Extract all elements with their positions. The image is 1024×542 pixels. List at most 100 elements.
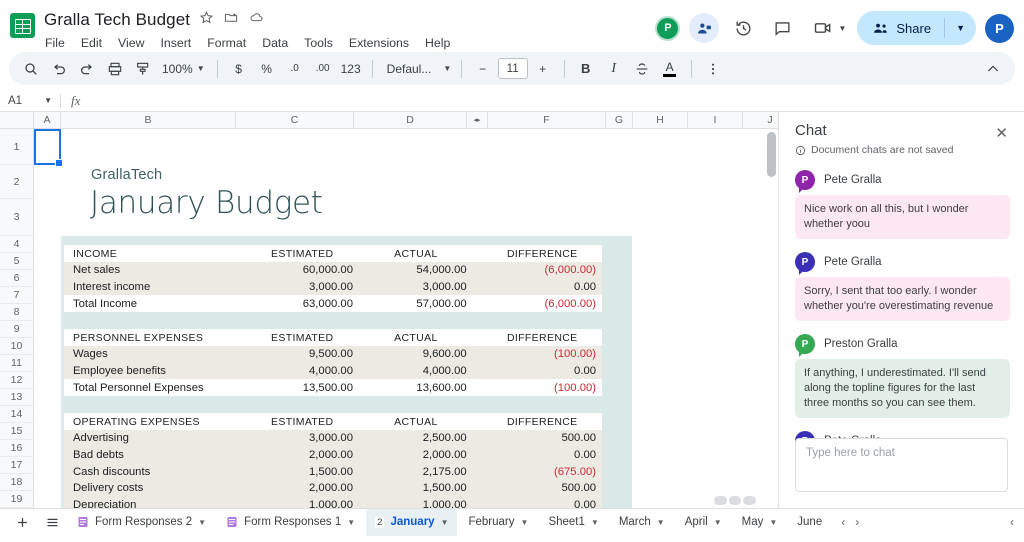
menu-format[interactable]: Format [206,35,247,51]
add-sheet-button[interactable] [8,510,36,534]
table-row[interactable]: Cash discounts 1,500.00 2,175.00 (675.00… [64,463,602,481]
share-button[interactable]: Share ▼ [857,11,976,45]
sheet-tab-january[interactable]: 2 January ▼ [366,508,458,536]
row-header-19[interactable]: 19 [0,491,33,508]
avatar[interactable]: P [795,334,815,354]
column-header-d[interactable]: D [354,112,467,128]
row-header-2[interactable]: 2 [0,165,33,199]
selected-cell-a1[interactable] [34,129,63,167]
table-row[interactable]: Advertising 3,000.00 2,500.00 500.00 [64,430,602,447]
row-header-11[interactable]: 11 [0,355,33,372]
row-header-3[interactable]: 3 [0,199,33,236]
collapse-toolbar-icon[interactable] [980,56,1006,82]
column-header-j[interactable]: J [743,112,778,128]
chevron-down-icon[interactable]: ▼ [44,96,52,105]
account-avatar[interactable]: P [985,13,1014,43]
decrease-font-size-button[interactable]: − [470,56,496,82]
table-row[interactable]: Depreciation 1,000.00 1,000.00 0.00 [64,496,602,508]
sheet-tab-form-responses-2[interactable]: Form Responses 2 ▼ [68,509,215,536]
column-header-h[interactable]: H [633,112,688,128]
row-header-1[interactable]: 1 [0,129,33,165]
page-title[interactable]: Gralla Tech Budget [44,10,190,30]
menu-file[interactable]: File [44,35,66,51]
column-header-b[interactable]: B [61,112,236,128]
font-family-select[interactable]: Defaul... ▼ [381,62,453,76]
table-row[interactable]: Interest income 3,000.00 3,000.00 0.00 [64,278,602,296]
explore-collapse-icon[interactable]: ‹ [1010,515,1014,529]
presence-meet-icon[interactable] [689,13,720,43]
row-header-4[interactable]: 4 [0,236,33,253]
comment-icon[interactable] [767,13,797,43]
table-row[interactable]: Employee benefits 4,000.00 4,000.00 0.00 [64,362,602,380]
chevron-down-icon[interactable]: ▼ [443,64,451,73]
sheet-tab-sheet1[interactable]: Sheet1 ▼ [539,509,607,536]
redo-icon[interactable] [74,56,100,82]
chevron-down-icon[interactable]: ▼ [521,518,529,527]
row-header-17[interactable]: 17 [0,457,33,474]
menu-view[interactable]: View [117,35,145,51]
format-currency-button[interactable]: $ [226,56,252,82]
spreadsheet-grid[interactable]: A B C D ◂▸ F G H I J 1 2 3 4 5 6 7 8 9 1… [0,112,779,508]
font-size-input[interactable]: 11 [497,58,528,79]
tab-scroll-right-icon[interactable]: › [855,515,859,529]
all-sheets-button[interactable] [38,510,66,534]
chevron-down-icon[interactable]: ▼ [197,64,205,73]
zoom-level-control[interactable]: 100% ▼ [158,62,209,76]
table-row[interactable]: Wages 9,500.00 9,600.00 (100.00) [64,346,602,363]
collaborator-avatar[interactable]: P [655,15,681,41]
text-color-button[interactable]: A [657,56,683,82]
strikethrough-button[interactable] [629,56,655,82]
share-chevron-down-icon[interactable]: ▼ [945,23,976,33]
avatar[interactable]: P [795,252,815,272]
table-row-total[interactable]: Total Income 63,000.00 57,000.00 (6,000.… [64,295,602,312]
italic-button[interactable]: I [601,56,627,82]
row-header-18[interactable]: 18 [0,474,33,491]
row-header-12[interactable]: 12 [0,372,33,389]
row-header-16[interactable]: 16 [0,440,33,457]
sheet-tab-june[interactable]: June [788,509,831,536]
horizontal-scrollbar[interactable] [714,496,757,505]
version-history-icon[interactable] [728,13,758,43]
row-header-15[interactable]: 15 [0,423,33,440]
chevron-down-icon[interactable]: ▼ [657,518,665,527]
chevron-down-icon[interactable]: ▼ [441,518,449,527]
name-box[interactable]: A1 ▼ [0,95,60,107]
avatar[interactable]: P [795,170,815,190]
star-icon[interactable] [199,10,214,29]
cloud-saved-icon[interactable] [248,10,265,29]
video-camera-icon[interactable] [808,13,838,43]
print-icon[interactable] [102,56,128,82]
menu-edit[interactable]: Edit [80,35,103,51]
sheet-canvas[interactable]: GrallaTech January Budget INCOME ESTIMAT… [34,129,778,508]
sheet-tab-may[interactable]: May ▼ [733,509,787,536]
menu-insert[interactable]: Insert [159,35,192,51]
more-formats-button[interactable]: 123 [338,56,364,82]
column-header-c[interactable]: C [236,112,354,128]
row-header-6[interactable]: 6 [0,270,33,287]
chevron-down-icon[interactable]: ▼ [714,518,722,527]
google-sheets-logo-icon[interactable] [10,13,35,38]
menu-tools[interactable]: Tools [303,35,334,51]
meet-call-button[interactable]: ▼ [806,13,848,43]
close-icon[interactable]: ✕ [995,124,1008,142]
column-header-a[interactable]: A [34,112,61,128]
chevron-down-icon[interactable]: ▼ [838,24,846,33]
row-header-13[interactable]: 13 [0,389,33,406]
undo-icon[interactable] [46,56,72,82]
increase-decimal-button[interactable]: .00 [310,56,336,82]
menu-help[interactable]: Help [424,35,451,51]
row-header-7[interactable]: 7 [0,287,33,304]
table-row-total[interactable]: Total Personnel Expenses 13,500.00 13,60… [64,379,602,396]
fx-icon[interactable]: fx [61,93,90,109]
menu-extensions[interactable]: Extensions [348,35,410,51]
row-header-8[interactable]: 8 [0,304,33,321]
table-row[interactable]: Delivery costs 2,000.00 1,500.00 500.00 [64,480,602,497]
table-row[interactable]: Net sales 60,000.00 54,000.00 (6,000.00) [64,262,602,279]
row-header-5[interactable]: 5 [0,253,33,270]
chevron-down-icon[interactable]: ▼ [591,518,599,527]
row-header-14[interactable]: 14 [0,406,33,423]
chevron-down-icon[interactable]: ▼ [347,518,355,527]
sheet-tab-form-responses-1[interactable]: Form Responses 1 ▼ [217,509,364,536]
table-row[interactable]: Bad debts 2,000.00 2,000.00 0.00 [64,446,602,464]
decrease-decimal-button[interactable]: .0 [282,56,308,82]
